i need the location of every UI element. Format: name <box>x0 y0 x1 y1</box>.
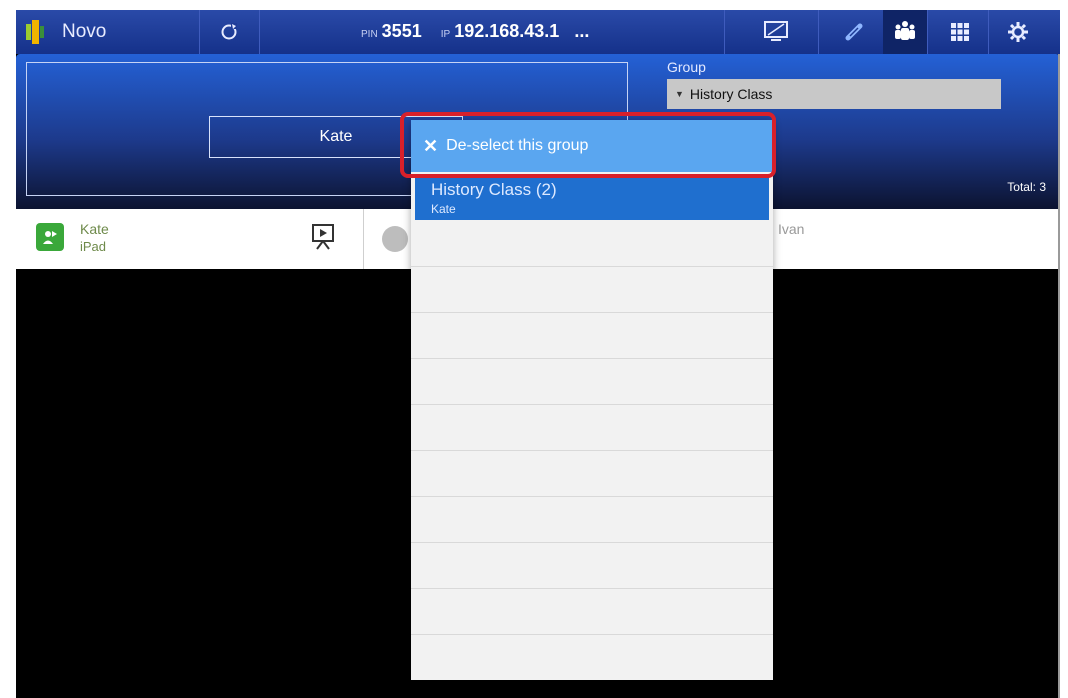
ip-more: ... <box>574 21 590 41</box>
grid-icon[interactable] <box>946 18 974 46</box>
screen-icon[interactable] <box>762 18 790 46</box>
device-card[interactable]: Kate iPad <box>16 209 364 269</box>
divider <box>724 10 725 54</box>
refresh-icon[interactable] <box>219 22 239 42</box>
connection-info: PIN 3551 IP 192.168.43.1 ... <box>361 21 589 42</box>
deselect-group-button[interactable]: ✕ De-select this group <box>411 120 773 172</box>
divider <box>199 10 200 54</box>
group-item-selected[interactable]: History Class (2) Kate <box>415 174 769 220</box>
link-icon[interactable] <box>840 18 868 46</box>
divider <box>927 10 928 54</box>
pin-label: PIN <box>361 29 378 40</box>
divider <box>988 10 989 54</box>
list-item[interactable] <box>411 542 773 589</box>
device-name: Kate <box>80 221 109 237</box>
ip-label: IP <box>440 29 451 40</box>
group-select[interactable]: ▼ History Class <box>667 79 1001 109</box>
device-avatar-icon <box>36 223 64 251</box>
close-icon: ✕ <box>423 135 439 156</box>
pin-value: 3551 <box>381 21 422 41</box>
scrollbar[interactable] <box>1058 54 1060 698</box>
group-icon[interactable] <box>883 10 927 54</box>
top-bar: Novo PIN 3551 IP 192.168.43.1 ... <box>16 10 1060 54</box>
group-item-title: History Class (2) <box>431 180 557 199</box>
divider <box>818 10 819 54</box>
app-window: Novo PIN 3551 IP 192.168.43.1 ... Kate G… <box>16 10 1060 698</box>
group-item-members: Kate <box>431 202 456 216</box>
group-dropdown: ✕ De-select this group History Class (2)… <box>411 120 773 680</box>
deselect-label: De-select this group <box>446 137 589 154</box>
settings-icon[interactable] <box>1004 18 1032 46</box>
device-type: iPad <box>80 239 107 254</box>
list-item[interactable] <box>411 358 773 405</box>
ip-value: 192.168.43.1 <box>454 21 560 41</box>
list-item[interactable] <box>411 588 773 635</box>
group-select-value: History Class <box>689 86 773 102</box>
list-item[interactable] <box>411 404 773 451</box>
avatar <box>382 226 408 252</box>
divider <box>259 10 260 54</box>
list-item[interactable] <box>411 220 773 267</box>
present-icon[interactable] <box>312 224 334 250</box>
device-name: Ivan <box>778 221 805 237</box>
list-item[interactable] <box>411 450 773 497</box>
list-item[interactable] <box>411 496 773 543</box>
total-count: Total: 3 <box>1007 180 1046 194</box>
list-item[interactable] <box>411 312 773 359</box>
app-name: Novo <box>62 21 107 42</box>
group-label: Group <box>667 59 706 75</box>
dropdown-arrow-icon: ▼ <box>675 89 684 99</box>
novo-logo-icon <box>26 20 44 44</box>
list-item[interactable] <box>411 266 773 313</box>
